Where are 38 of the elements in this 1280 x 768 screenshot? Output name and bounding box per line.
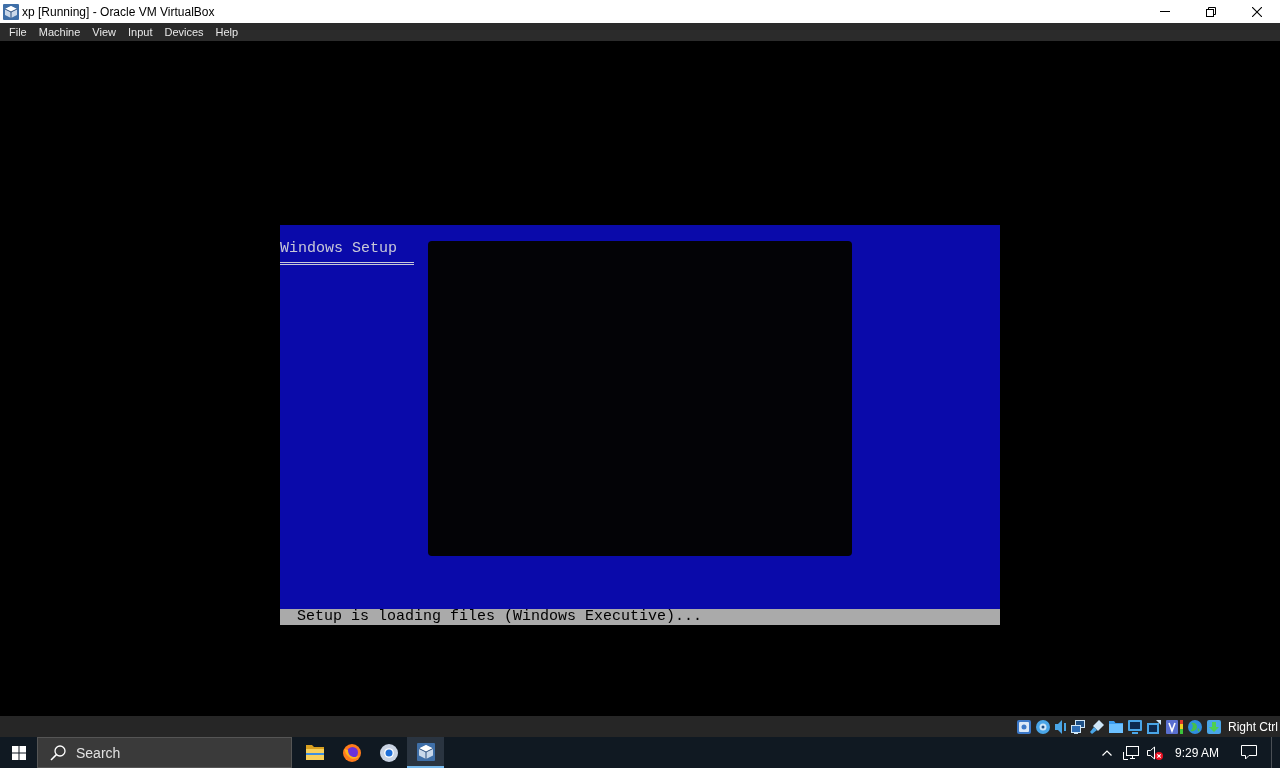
cube-icon (416, 742, 435, 761)
network-monitor-icon (1122, 745, 1139, 760)
minimize-icon (1160, 11, 1170, 12)
globe-icon[interactable] (1188, 719, 1202, 734)
status-bar: Setup is loading files (Windows Executive)... (280, 609, 1000, 625)
chevron-up-icon (1101, 749, 1112, 756)
plug-icon[interactable] (1090, 719, 1104, 734)
windows-logo-icon (11, 745, 26, 760)
level-indicator-icon (1180, 719, 1183, 734)
speech-bubble-icon (1241, 745, 1257, 760)
speaker-icon[interactable] (1055, 719, 1066, 734)
cube-icon (3, 3, 19, 20)
search-icon (50, 745, 66, 761)
window-title: xp [Running] - Oracle VM VirtualBox (22, 3, 215, 21)
restore-icon (1206, 6, 1216, 17)
clock[interactable]: 9:29 AM (1166, 737, 1227, 768)
folder-icon[interactable] (1109, 720, 1123, 733)
menu-item[interactable]: File (3, 23, 33, 41)
folder-icon (305, 745, 324, 760)
menu-item[interactable]: Machine (32, 23, 87, 41)
close-icon (1252, 6, 1262, 17)
disc-icon[interactable] (1036, 719, 1050, 734)
setup-heading: Windows Setup (280, 241, 399, 257)
menu-item[interactable]: Help (209, 23, 245, 41)
taskbar-button[interactable] (407, 737, 444, 768)
search-field[interactable]: Search (37, 737, 292, 768)
menu-item[interactable]: Input (121, 23, 159, 41)
menu-item[interactable]: Devices (158, 23, 210, 41)
ring-icon (379, 743, 398, 762)
chevron-tile-icon[interactable] (1166, 719, 1178, 734)
menu-item[interactable]: View (86, 23, 122, 41)
window-icon[interactable] (1147, 719, 1161, 734)
monitor-icon[interactable] (1128, 719, 1142, 734)
fox-icon (342, 743, 361, 762)
disk-icon[interactable] (1017, 719, 1031, 734)
network-icon[interactable] (1071, 719, 1085, 734)
host-key-label: Right Ctrl (1228, 718, 1278, 736)
down-arrow-icon[interactable] (1207, 719, 1221, 734)
